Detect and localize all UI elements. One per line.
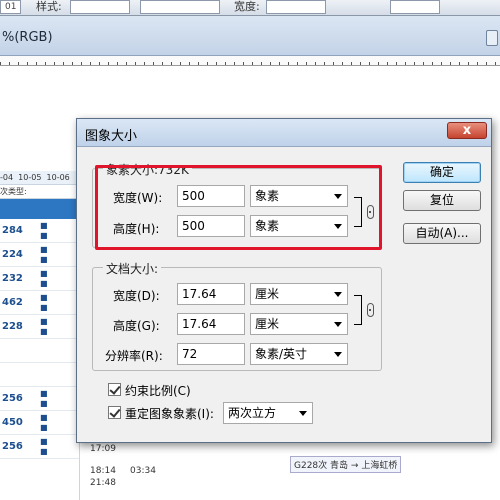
list-item: 256 ■ ■: [0, 435, 79, 459]
resample-method-label: 两次立方: [228, 406, 277, 420]
doc-width-label: 宽度(D):: [113, 289, 160, 303]
time-text: 03:34: [130, 466, 156, 476]
train-number: 256: [2, 441, 23, 452]
tab-date: 10-05: [18, 173, 42, 182]
doc-height-label: 高度(G):: [113, 319, 160, 333]
constrain-bracket: [354, 295, 362, 325]
options-chip[interactable]: 01: [0, 0, 22, 14]
background-blue-band: [0, 199, 79, 219]
ruler: [0, 56, 500, 66]
list-item: 232 ■ ■: [0, 267, 79, 291]
reset-button[interactable]: 复位: [403, 190, 481, 211]
resample-label: 重定图象象素(I):: [125, 407, 214, 421]
unit-label: 厘米: [255, 317, 280, 331]
options-field[interactable]: [140, 0, 220, 14]
doc-width-input[interactable]: 17.64: [177, 283, 245, 305]
background-filter: 次类型:: [0, 185, 79, 199]
options-field[interactable]: [390, 0, 440, 14]
doc-height-unit-select[interactable]: 厘米: [250, 313, 348, 335]
dialog-title-bar: 图象大小 x: [77, 119, 491, 147]
unit-label: 象素/英寸: [255, 347, 308, 361]
station-icon: ■ ■: [40, 413, 48, 432]
resolution-input[interactable]: 72: [177, 343, 245, 365]
chevron-down-icon: [299, 411, 307, 416]
dialog-title: 图象大小: [85, 129, 138, 144]
document-title: %(RGB): [2, 30, 53, 45]
filter-label: 次类型:: [0, 187, 27, 196]
unit-label: 厘米: [255, 287, 280, 301]
train-number: 232: [2, 273, 23, 284]
station-icon: ■ ■: [40, 389, 48, 408]
options-label: 宽度:: [234, 0, 260, 13]
list-item: 228 ■ ■: [0, 315, 79, 339]
station-icon: ■ ■: [40, 437, 48, 456]
time-text: 17:09: [90, 444, 116, 454]
station-icon: ■ ■: [40, 245, 48, 264]
list-item: 450 ■ ■: [0, 411, 79, 435]
station-icon: ■ ■: [40, 269, 48, 288]
constrain-proportions-label: 约束比例(C): [125, 384, 191, 398]
doc-height-input[interactable]: 17.64: [177, 313, 245, 335]
auto-button[interactable]: 自动(A)...: [403, 223, 481, 244]
resolution-unit-select[interactable]: 象素/英寸: [250, 343, 348, 365]
list-item: 224 ■ ■: [0, 243, 79, 267]
train-label: G228次: [294, 461, 328, 471]
train-number: 256: [2, 393, 23, 404]
train-number: 284: [2, 225, 23, 236]
station-icon: ■ ■: [40, 221, 48, 240]
options-bar: 01 样式: 宽度:: [0, 0, 500, 16]
options-field[interactable]: [70, 0, 130, 14]
background-train-list: -04 10-05 10-06 次类型: 284 ■ ■ 224 ■ ■ 232 ■ ■ 4…: [0, 171, 80, 500]
chevron-down-icon: [334, 322, 342, 327]
document-size-legend: 文档大小:: [103, 260, 162, 277]
train-number: 450: [2, 417, 23, 428]
document-title-bar: %(RGB): [0, 16, 500, 56]
station-icon: ■ ■: [40, 317, 48, 336]
resolution-label: 分辨率(R):: [105, 349, 163, 363]
list-item: 284 ■ ■: [0, 219, 79, 243]
time-text: 21:48: [90, 478, 116, 488]
tab-date: 10-06: [46, 173, 70, 182]
time-text: 18:14: [90, 466, 116, 476]
tab-date: -04: [0, 173, 14, 182]
chevron-down-icon: [334, 292, 342, 297]
annotation-highlight-box: [95, 165, 382, 250]
city-text: 青岛: [330, 461, 349, 471]
close-button[interactable]: x: [447, 122, 487, 139]
resample-method-select[interactable]: 两次立方: [223, 402, 313, 424]
options-label: 样式:: [36, 0, 62, 13]
window-button[interactable]: [486, 30, 498, 46]
link-icon: [367, 303, 374, 317]
constrain-proportions-checkbox[interactable]: [108, 383, 121, 396]
train-number: 224: [2, 249, 23, 260]
background-date-tabs: -04 10-05 10-06: [0, 171, 79, 185]
doc-width-unit-select[interactable]: 厘米: [250, 283, 348, 305]
list-item: 256 ■ ■: [0, 387, 79, 411]
resample-checkbox[interactable]: [108, 406, 121, 419]
station-icon: ■ ■: [40, 293, 48, 312]
train-badge: G228次 青岛 → 上海虹桥: [290, 456, 402, 473]
chevron-down-icon: [334, 352, 342, 357]
train-number: 462: [2, 297, 23, 308]
city-text: 上海虹桥: [361, 461, 398, 471]
ok-button[interactable]: 确定: [403, 162, 481, 183]
list-item: [0, 339, 79, 363]
list-item: [0, 363, 79, 387]
train-number: 228: [2, 321, 23, 332]
list-item: 462 ■ ■: [0, 291, 79, 315]
options-field[interactable]: [266, 0, 326, 14]
